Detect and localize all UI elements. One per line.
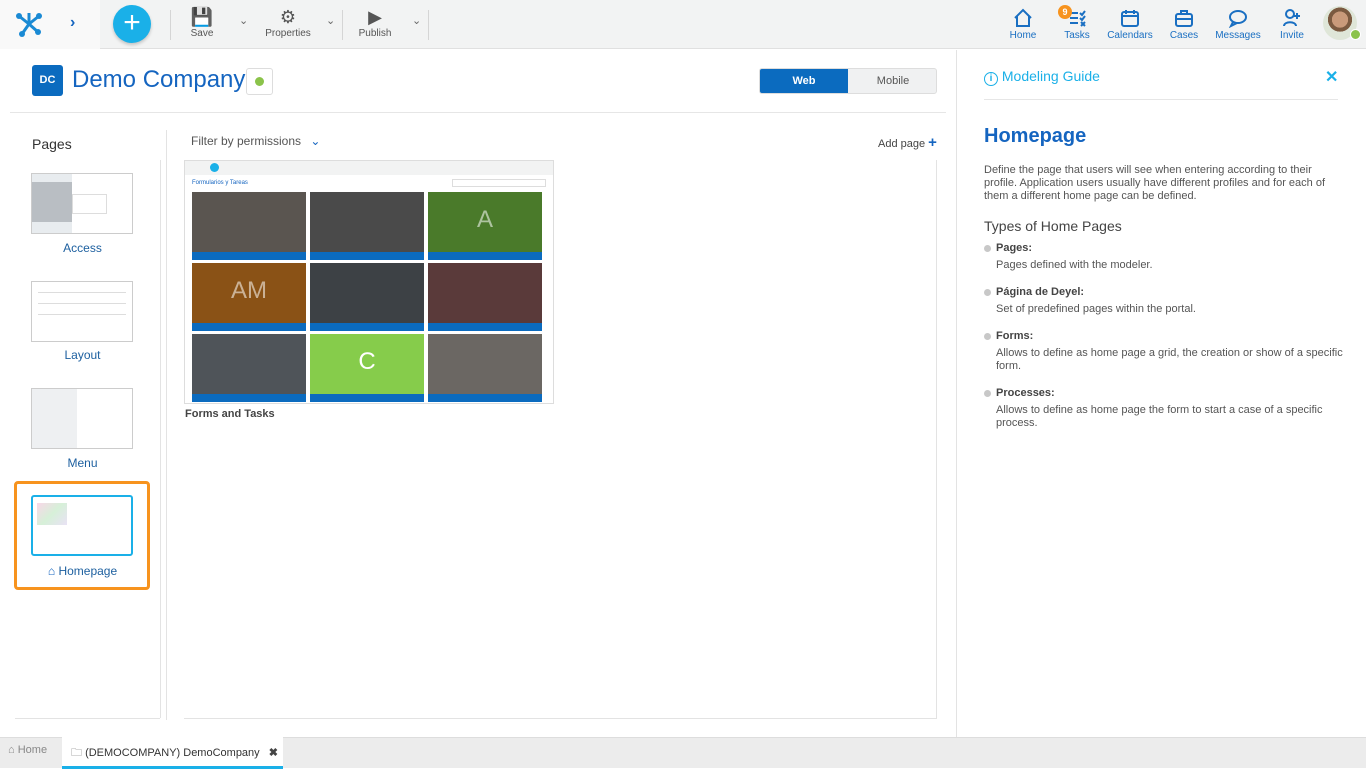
- tab-home[interactable]: ⌂ Home: [8, 744, 47, 756]
- nav-calendars[interactable]: Calendars: [1106, 8, 1154, 41]
- app-logo-icon[interactable]: [14, 10, 44, 38]
- bottom-tab-bar: ⌂ Home 🗀 (DEMOCOMPANY) DemoCompany ✖: [0, 737, 1366, 769]
- home-icon: ⌂: [8, 744, 15, 756]
- guide-header: i Modeling Guide: [984, 68, 1100, 86]
- calendar-icon: [1121, 10, 1139, 27]
- preview-tile: C: [310, 334, 424, 402]
- nav-messages[interactable]: Messages: [1214, 8, 1262, 41]
- company-initials-badge: DC: [32, 65, 63, 96]
- tile-footer-bar: [428, 323, 542, 331]
- add-page-button[interactable]: Add page +: [878, 134, 937, 151]
- save-dropdown-chevron-icon[interactable]: ⌄: [239, 14, 248, 27]
- filter-by-permissions-dropdown[interactable]: Filter by permissions ⌄: [191, 134, 320, 148]
- save-button[interactable]: 💾 Save: [186, 6, 218, 39]
- page-label-layout[interactable]: Layout: [15, 348, 150, 362]
- tile-footer-bar: [310, 252, 424, 260]
- tile-letter: A: [476, 206, 493, 233]
- save-icon: 💾: [190, 7, 214, 27]
- properties-button[interactable]: ⚙ Properties: [262, 6, 314, 39]
- guide-item-processes: Processes: Allows to define as home page …: [984, 387, 1344, 430]
- nav-invite[interactable]: Invite: [1276, 8, 1308, 41]
- guide-intro: Define the page that users will see when…: [984, 164, 1325, 202]
- preview-toolbar: [185, 161, 553, 175]
- guide-item-pages: Pages: Pages defined with the modeler.: [984, 242, 1344, 272]
- page-thumbnail-access[interactable]: [31, 173, 133, 234]
- preview-title: Formularios y Tareas: [192, 180, 248, 186]
- tile-letter: C: [358, 348, 376, 375]
- publish-button[interactable]: ▶ Publish: [356, 6, 394, 39]
- invite-user-icon: [1283, 9, 1300, 27]
- folder-icon: 🗀: [71, 747, 82, 759]
- status-button[interactable]: [246, 68, 273, 95]
- page-thumbnail-homepage[interactable]: [31, 495, 133, 556]
- page-label-homepage[interactable]: ⌂ Homepage: [15, 564, 150, 578]
- guide-subheading: Types of Home Pages: [984, 218, 1122, 234]
- preview-tile: [192, 192, 306, 260]
- pages-heading: Pages: [32, 136, 72, 152]
- mobile-toggle-button[interactable]: Mobile: [848, 69, 936, 93]
- publish-dropdown-chevron-icon[interactable]: ⌄: [412, 14, 421, 27]
- status-dot: [255, 77, 264, 86]
- preview-tile: [192, 334, 306, 402]
- page-label-access[interactable]: Access: [15, 241, 150, 255]
- preview-tile: [310, 192, 424, 260]
- preview-search: [452, 179, 546, 187]
- close-tab-icon[interactable]: ✖: [269, 747, 278, 759]
- tile-footer-bar: [192, 323, 306, 331]
- expand-chevron-icon[interactable]: ›: [70, 14, 75, 32]
- tab-democompany[interactable]: 🗀 (DEMOCOMPANY) DemoCompany ✖: [62, 737, 283, 769]
- tile-footer-bar: [428, 252, 542, 260]
- preview-caption: Forms and Tasks: [185, 408, 275, 420]
- plus-icon: +: [928, 134, 937, 151]
- tile-footer-bar: [310, 323, 424, 331]
- properties-dropdown-chevron-icon[interactable]: ⌄: [326, 14, 335, 27]
- web-toggle-button[interactable]: Web: [760, 69, 848, 93]
- guide-heading: Homepage: [984, 125, 1087, 147]
- add-button[interactable]: +: [113, 5, 151, 43]
- nav-cases[interactable]: Cases: [1168, 8, 1200, 41]
- guide-item-forms: Forms: Allows to define as home page a gr…: [984, 330, 1344, 373]
- preview-tile: [310, 263, 424, 331]
- close-guide-icon[interactable]: ✕: [1325, 67, 1338, 87]
- homepage-preview[interactable]: Formularios y Tareas A AM C: [184, 160, 554, 404]
- tile-footer-bar: [192, 252, 306, 260]
- tile-footer-bar: [192, 394, 306, 402]
- tasks-badge: 9: [1058, 5, 1072, 19]
- info-icon: i: [984, 72, 998, 86]
- tile-footer-bar: [310, 394, 424, 402]
- home-icon: ⌂: [47, 564, 56, 578]
- tile-footer-bar: [428, 394, 542, 402]
- view-toggle: Web Mobile: [759, 68, 937, 94]
- briefcase-icon: [1175, 10, 1193, 27]
- preview-tile: [428, 334, 542, 402]
- gear-icon: ⚙: [279, 7, 297, 27]
- home-icon: [1014, 8, 1032, 27]
- page-thumbnail-layout[interactable]: [31, 281, 133, 342]
- logo-area: ›: [0, 0, 100, 49]
- preview-tile: AM: [192, 263, 306, 331]
- preview-tile: [428, 263, 542, 331]
- tile-letter: AM: [231, 277, 267, 304]
- top-toolbar: › + 💾 Save ⌄ ⚙ Properties ⌄ ▶ Publish ⌄ Hom…: [0, 0, 1366, 49]
- play-icon: ▶: [368, 7, 382, 27]
- page-title: Demo Company: [72, 66, 246, 93]
- page-label-menu[interactable]: Menu: [15, 456, 150, 470]
- nav-home[interactable]: Home: [1006, 8, 1040, 41]
- guide-item-deyel-page: Página de Deyel: Set of predefined pages …: [984, 286, 1344, 316]
- page-thumbnail-menu[interactable]: [31, 388, 133, 449]
- online-status-dot: [1350, 29, 1361, 40]
- message-icon: [1228, 10, 1247, 28]
- chevron-down-icon: ⌄: [310, 134, 321, 148]
- nav-tasks[interactable]: Tasks 9: [1058, 5, 1094, 41]
- preview-tile: A: [428, 192, 542, 260]
